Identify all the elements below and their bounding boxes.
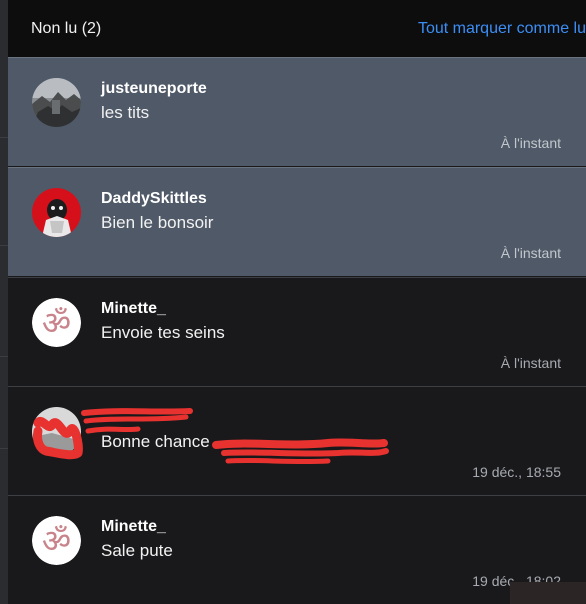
notification-item[interactable]: Bonne chance 19 déc., 18:55: [8, 386, 586, 495]
sender-name: DaddySkittles: [101, 190, 207, 207]
timestamp: À l'instant: [500, 355, 561, 371]
message-preview: les tits: [101, 103, 150, 122]
sender-name: Minette_: [101, 300, 166, 317]
avatar[interactable]: [32, 78, 81, 127]
timestamp: À l'instant: [500, 135, 561, 151]
avatar[interactable]: ॐ: [32, 516, 81, 565]
avatar[interactable]: [32, 188, 81, 237]
om-icon: ॐ: [32, 298, 81, 347]
background-image-corner: [510, 582, 586, 604]
unread-count-title: Non lu (2): [31, 19, 102, 37]
left-edge-strip: [0, 0, 8, 604]
avatar[interactable]: ॐ: [32, 298, 81, 347]
message-preview: Sale pute: [101, 541, 173, 560]
panel-header: Non lu (2) Tout marquer comme lu: [8, 0, 586, 57]
message-preview: Bien le bonsoir: [101, 213, 214, 232]
sender-name: Minette_: [101, 518, 166, 535]
notification-item[interactable]: justeuneporte les tits À l'instant: [8, 57, 586, 166]
timestamp: 19 déc., 18:55: [472, 464, 561, 480]
message-preview: Envoie tes seins: [101, 323, 225, 342]
notifications-panel: Non lu (2) Tout marquer comme lu justeun…: [8, 0, 586, 604]
mark-all-read-link[interactable]: Tout marquer comme lu: [418, 20, 586, 38]
notification-item[interactable]: ॐ Minette_ Envoie tes seins À l'instant: [8, 277, 586, 386]
notification-item[interactable]: DaddySkittles Bien le bonsoir À l'instan…: [8, 167, 586, 276]
timestamp: À l'instant: [500, 245, 561, 261]
om-icon: ॐ: [32, 516, 81, 565]
notification-item[interactable]: ॐ Minette_ Sale pute 19 déc., 18:02: [8, 495, 586, 604]
redaction-scribble: [33, 408, 389, 465]
sender-name: justeuneporte: [101, 80, 207, 97]
